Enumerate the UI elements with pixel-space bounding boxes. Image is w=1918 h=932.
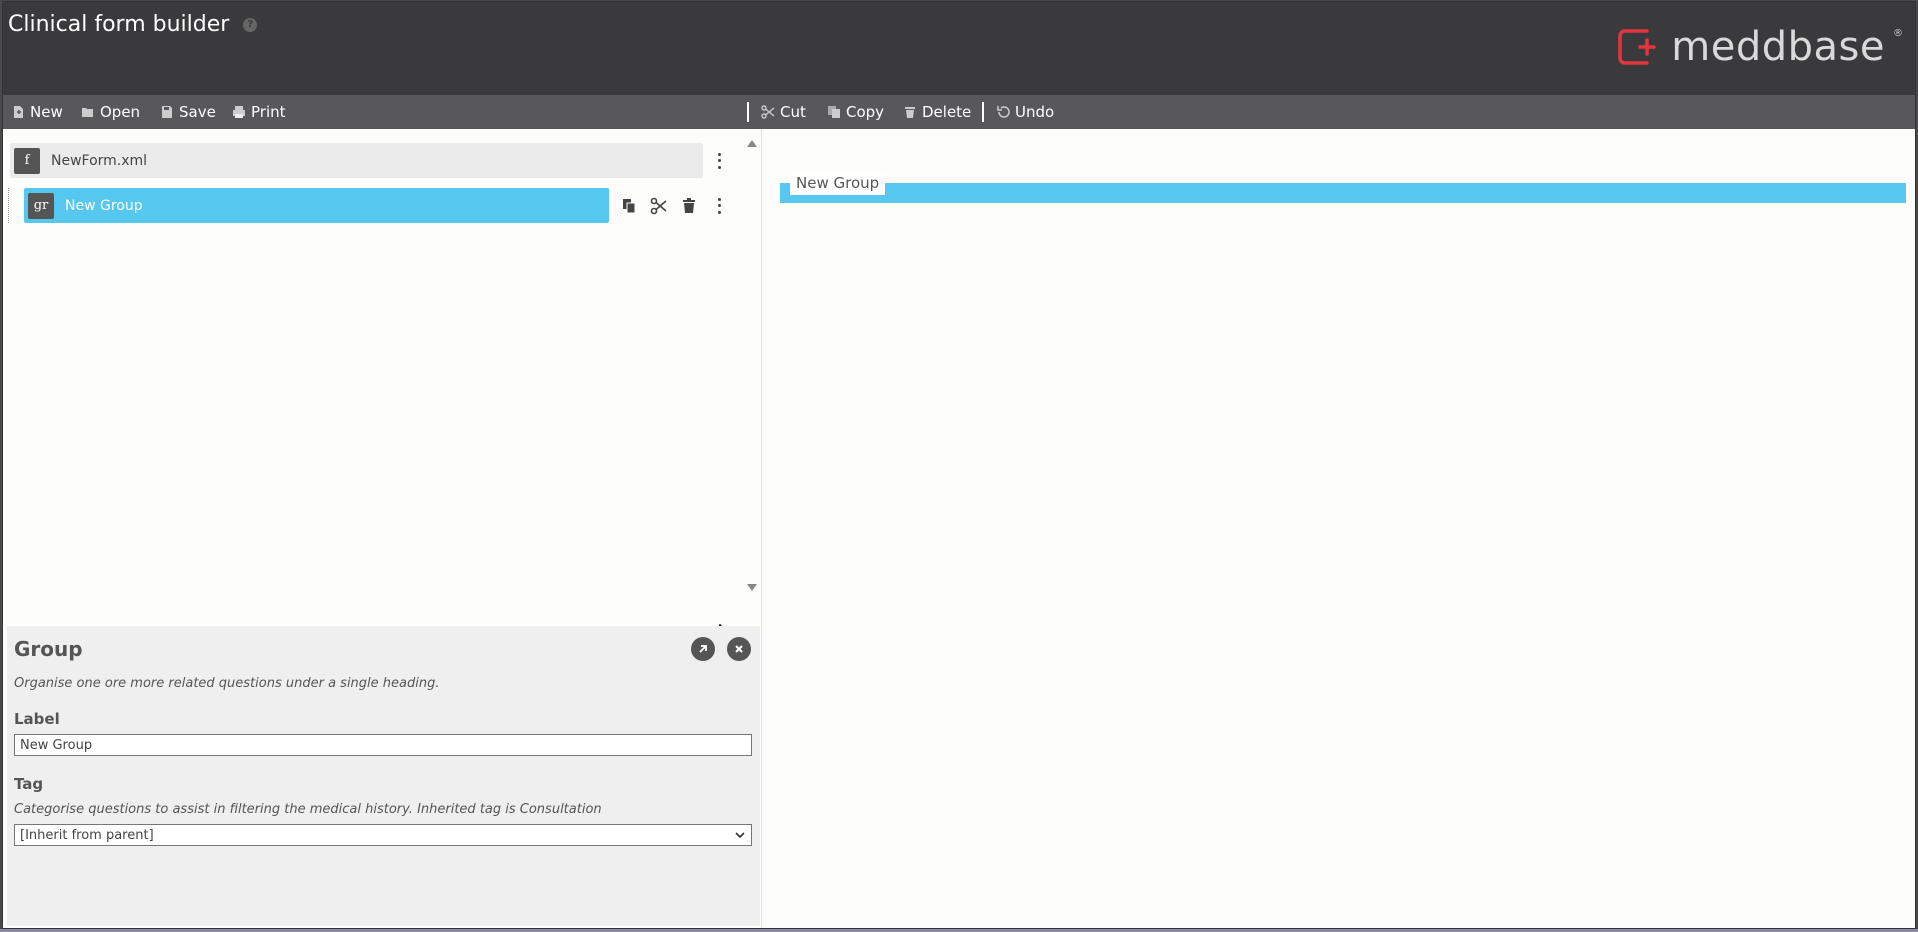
preview-group-label: New Group (790, 173, 886, 195)
copy-icon (828, 106, 840, 118)
logo-registered-mark: ® (1893, 27, 1903, 39)
app-header: Clinical form builder ? meddbase ® (3, 2, 1915, 95)
group-node-menu-icon[interactable] (712, 196, 726, 216)
undo-icon (997, 106, 1010, 118)
popout-icon[interactable] (691, 637, 715, 661)
form-preview-canvas: New Group (761, 129, 1915, 928)
cut-button[interactable]: Cut (761, 95, 806, 129)
new-button-label: New (30, 103, 63, 121)
meddbase-logo: meddbase ® (1617, 24, 1903, 70)
file-badge: f (14, 147, 40, 174)
preview-group-bar[interactable] (780, 183, 1906, 203)
open-button-label: Open (100, 103, 141, 121)
page-title: Clinical form builder ? (8, 12, 258, 37)
folder-open-icon (82, 108, 93, 117)
tree-guide-line (8, 188, 9, 223)
open-button[interactable]: Open (81, 95, 140, 129)
close-icon[interactable] (727, 637, 751, 661)
form-tree: f NewForm.xml gr New Group (3, 129, 752, 684)
cut-icon[interactable] (650, 197, 668, 215)
help-icon[interactable]: ? (243, 17, 258, 32)
save-button[interactable]: Save (160, 95, 216, 129)
app-window: Clinical form builder ? meddbase ® New O… (2, 1, 1916, 929)
copy-icon[interactable] (620, 197, 638, 215)
tree-scroll-down-icon[interactable] (747, 584, 757, 591)
properties-panel: Group Organise one ore more related ques… (7, 626, 760, 926)
properties-title: Group (14, 637, 83, 661)
cut-icon (761, 105, 775, 119)
undo-button-label: Undo (1015, 103, 1055, 121)
tree-node-group[interactable]: gr New Group (24, 188, 609, 223)
print-button-label: Print (251, 103, 286, 121)
page-title-text: Clinical form builder (8, 12, 230, 37)
undo-button[interactable]: Undo (996, 95, 1054, 129)
tree-node-file[interactable]: f NewForm.xml (10, 143, 703, 178)
logo-mark-icon (1618, 29, 1657, 65)
label-field-label: Label (14, 710, 60, 728)
group-badge: gr (28, 192, 54, 219)
tree-scroll-up-icon[interactable] (747, 140, 757, 147)
print-icon (233, 106, 245, 118)
file-node-label: NewForm.xml (51, 152, 148, 169)
tag-select-value: [Inherit from parent] (20, 827, 154, 843)
chevron-down-icon (735, 832, 745, 839)
copy-button-label: Copy (846, 103, 885, 121)
tag-select[interactable]: [Inherit from parent] (14, 824, 752, 846)
new-button[interactable]: New (11, 95, 63, 129)
cut-button-label: Cut (780, 103, 806, 121)
toolbar-divider (747, 102, 749, 122)
delete-button[interactable]: Delete (903, 95, 971, 129)
delete-button-label: Delete (922, 103, 972, 121)
tag-field-label: Tag (14, 775, 44, 793)
properties-description: Organise one ore more related questions … (14, 676, 440, 691)
new-file-icon (14, 106, 23, 118)
main-toolbar: New Open Save Print Cut Copy Delete Undo (3, 95, 1915, 129)
print-button[interactable]: Print (232, 95, 286, 129)
file-node-menu-icon[interactable] (712, 151, 726, 171)
tag-field-description: Categorise questions to assist in filter… (14, 802, 602, 817)
trash-icon (905, 107, 915, 118)
group-node-label: New Group (65, 197, 143, 214)
label-input[interactable]: New Group (14, 734, 752, 756)
toolbar-divider (982, 102, 984, 122)
save-button-label: Save (179, 103, 216, 121)
save-icon (162, 106, 172, 118)
copy-button[interactable]: Copy (827, 95, 884, 129)
trash-icon[interactable] (680, 197, 698, 215)
logo-text: meddbase (1671, 24, 1885, 70)
